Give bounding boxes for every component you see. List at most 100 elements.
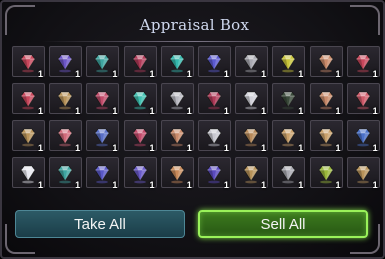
item-slot[interactable]: 1: [235, 157, 269, 190]
item-quantity: 1: [186, 143, 192, 153]
item-slot[interactable]: 1: [309, 120, 343, 153]
item-slot[interactable]: 1: [197, 157, 231, 190]
item-slot[interactable]: 1: [235, 120, 269, 153]
gem-icon: [94, 128, 110, 147]
item-quantity: 1: [372, 106, 378, 116]
gem-icon: [57, 91, 73, 110]
item-slot[interactable]: 1: [160, 120, 194, 153]
item-slot[interactable]: 1: [123, 83, 157, 116]
item-quantity: 1: [75, 106, 81, 116]
item-slot[interactable]: 1: [197, 83, 231, 116]
item-slot[interactable]: 1: [235, 83, 269, 116]
item-quantity: 1: [149, 143, 155, 153]
item-quantity: 1: [335, 106, 341, 116]
item-quantity: 1: [298, 69, 304, 79]
item-quantity: 1: [37, 180, 43, 190]
item-slot[interactable]: 1: [197, 46, 231, 79]
item-slot[interactable]: 1: [272, 120, 306, 153]
gem-icon: [318, 54, 333, 73]
item-quantity: 1: [223, 143, 229, 153]
item-quantity: 1: [298, 106, 304, 116]
item-slot[interactable]: 1: [123, 120, 157, 153]
item-quantity: 1: [223, 69, 229, 79]
item-slot[interactable]: 1: [197, 120, 231, 153]
item-slot[interactable]: 1: [272, 83, 306, 116]
item-quantity: 1: [261, 143, 267, 153]
gem-icon: [20, 91, 36, 110]
item-slot[interactable]: 1: [86, 120, 120, 153]
gem-icon: [132, 165, 148, 184]
item-slot[interactable]: 1: [12, 157, 45, 190]
item-slot[interactable]: 1: [309, 46, 343, 79]
gem-icon: [318, 91, 333, 110]
gem-icon: [355, 128, 371, 147]
item-quantity: 1: [112, 180, 118, 190]
gem-icon: [20, 165, 36, 184]
item-slot[interactable]: 1: [272, 157, 306, 190]
item-slot[interactable]: 1: [86, 46, 120, 79]
item-quantity: 1: [37, 69, 43, 79]
item-quantity: 1: [335, 143, 341, 153]
item-slot[interactable]: 1: [309, 157, 343, 190]
gem-icon: [169, 91, 185, 110]
item-slot[interactable]: 1: [346, 120, 380, 153]
item-slot[interactable]: 1: [160, 46, 194, 79]
gem-icon: [318, 165, 333, 184]
item-quantity: 1: [335, 180, 341, 190]
item-slot[interactable]: 1: [86, 157, 120, 190]
item-slot[interactable]: 1: [12, 83, 45, 116]
item-slot[interactable]: 1: [12, 120, 45, 153]
gem-icon: [206, 165, 222, 184]
item-quantity: 1: [261, 69, 267, 79]
item-quantity: 1: [75, 143, 81, 153]
gem-icon: [94, 91, 110, 110]
item-slot[interactable]: 1: [49, 83, 83, 116]
gem-icon: [57, 165, 73, 184]
gem-icon: [280, 91, 296, 110]
gem-icon: [169, 165, 185, 184]
gem-icon: [243, 128, 259, 147]
item-quantity: 1: [223, 180, 229, 190]
item-quantity: 1: [75, 69, 81, 79]
item-slot[interactable]: 1: [12, 46, 45, 79]
item-slot[interactable]: 1: [160, 157, 194, 190]
item-quantity: 1: [112, 143, 118, 153]
gem-icon: [94, 54, 110, 73]
gem-icon: [280, 54, 296, 73]
item-slot[interactable]: 1: [235, 46, 269, 79]
item-slot[interactable]: 1: [160, 83, 194, 116]
item-quantity: 1: [372, 69, 378, 79]
gem-icon: [169, 128, 185, 147]
item-slot[interactable]: 1: [123, 46, 157, 79]
title-divider: [42, 41, 347, 42]
item-quantity: 1: [372, 180, 378, 190]
item-slot[interactable]: 1: [86, 83, 120, 116]
item-slot[interactable]: 1: [123, 157, 157, 190]
sell-all-button[interactable]: Sell All: [198, 210, 368, 238]
item-quantity: 1: [298, 143, 304, 153]
item-slot[interactable]: 1: [49, 120, 83, 153]
gem-icon: [355, 91, 371, 110]
item-slot[interactable]: 1: [49, 46, 83, 79]
item-slot[interactable]: 1: [309, 83, 343, 116]
item-slot[interactable]: 1: [49, 157, 83, 190]
gem-icon: [206, 54, 222, 73]
gem-icon: [132, 128, 148, 147]
item-quantity: 1: [261, 106, 267, 116]
item-grid: 1 1 1 1 1 1 1 1 1 1 1 1 1 1 1 1 1 1 1 1 1 1 1 1 1 1 1 1 1 1 1 1 1 1 1 1 1 1 1 1: [12, 46, 380, 190]
item-slot[interactable]: 1: [346, 46, 380, 79]
item-quantity: 1: [261, 180, 267, 190]
gem-icon: [169, 54, 185, 73]
item-quantity: 1: [223, 106, 229, 116]
item-quantity: 1: [37, 143, 43, 153]
gem-icon: [243, 91, 259, 110]
item-slot[interactable]: 1: [346, 157, 380, 190]
item-quantity: 1: [37, 106, 43, 116]
item-slot[interactable]: 1: [272, 46, 306, 79]
item-quantity: 1: [149, 106, 155, 116]
item-quantity: 1: [335, 69, 341, 79]
item-quantity: 1: [112, 106, 118, 116]
item-quantity: 1: [75, 180, 81, 190]
take-all-button[interactable]: Take All: [15, 210, 185, 238]
item-slot[interactable]: 1: [346, 83, 380, 116]
